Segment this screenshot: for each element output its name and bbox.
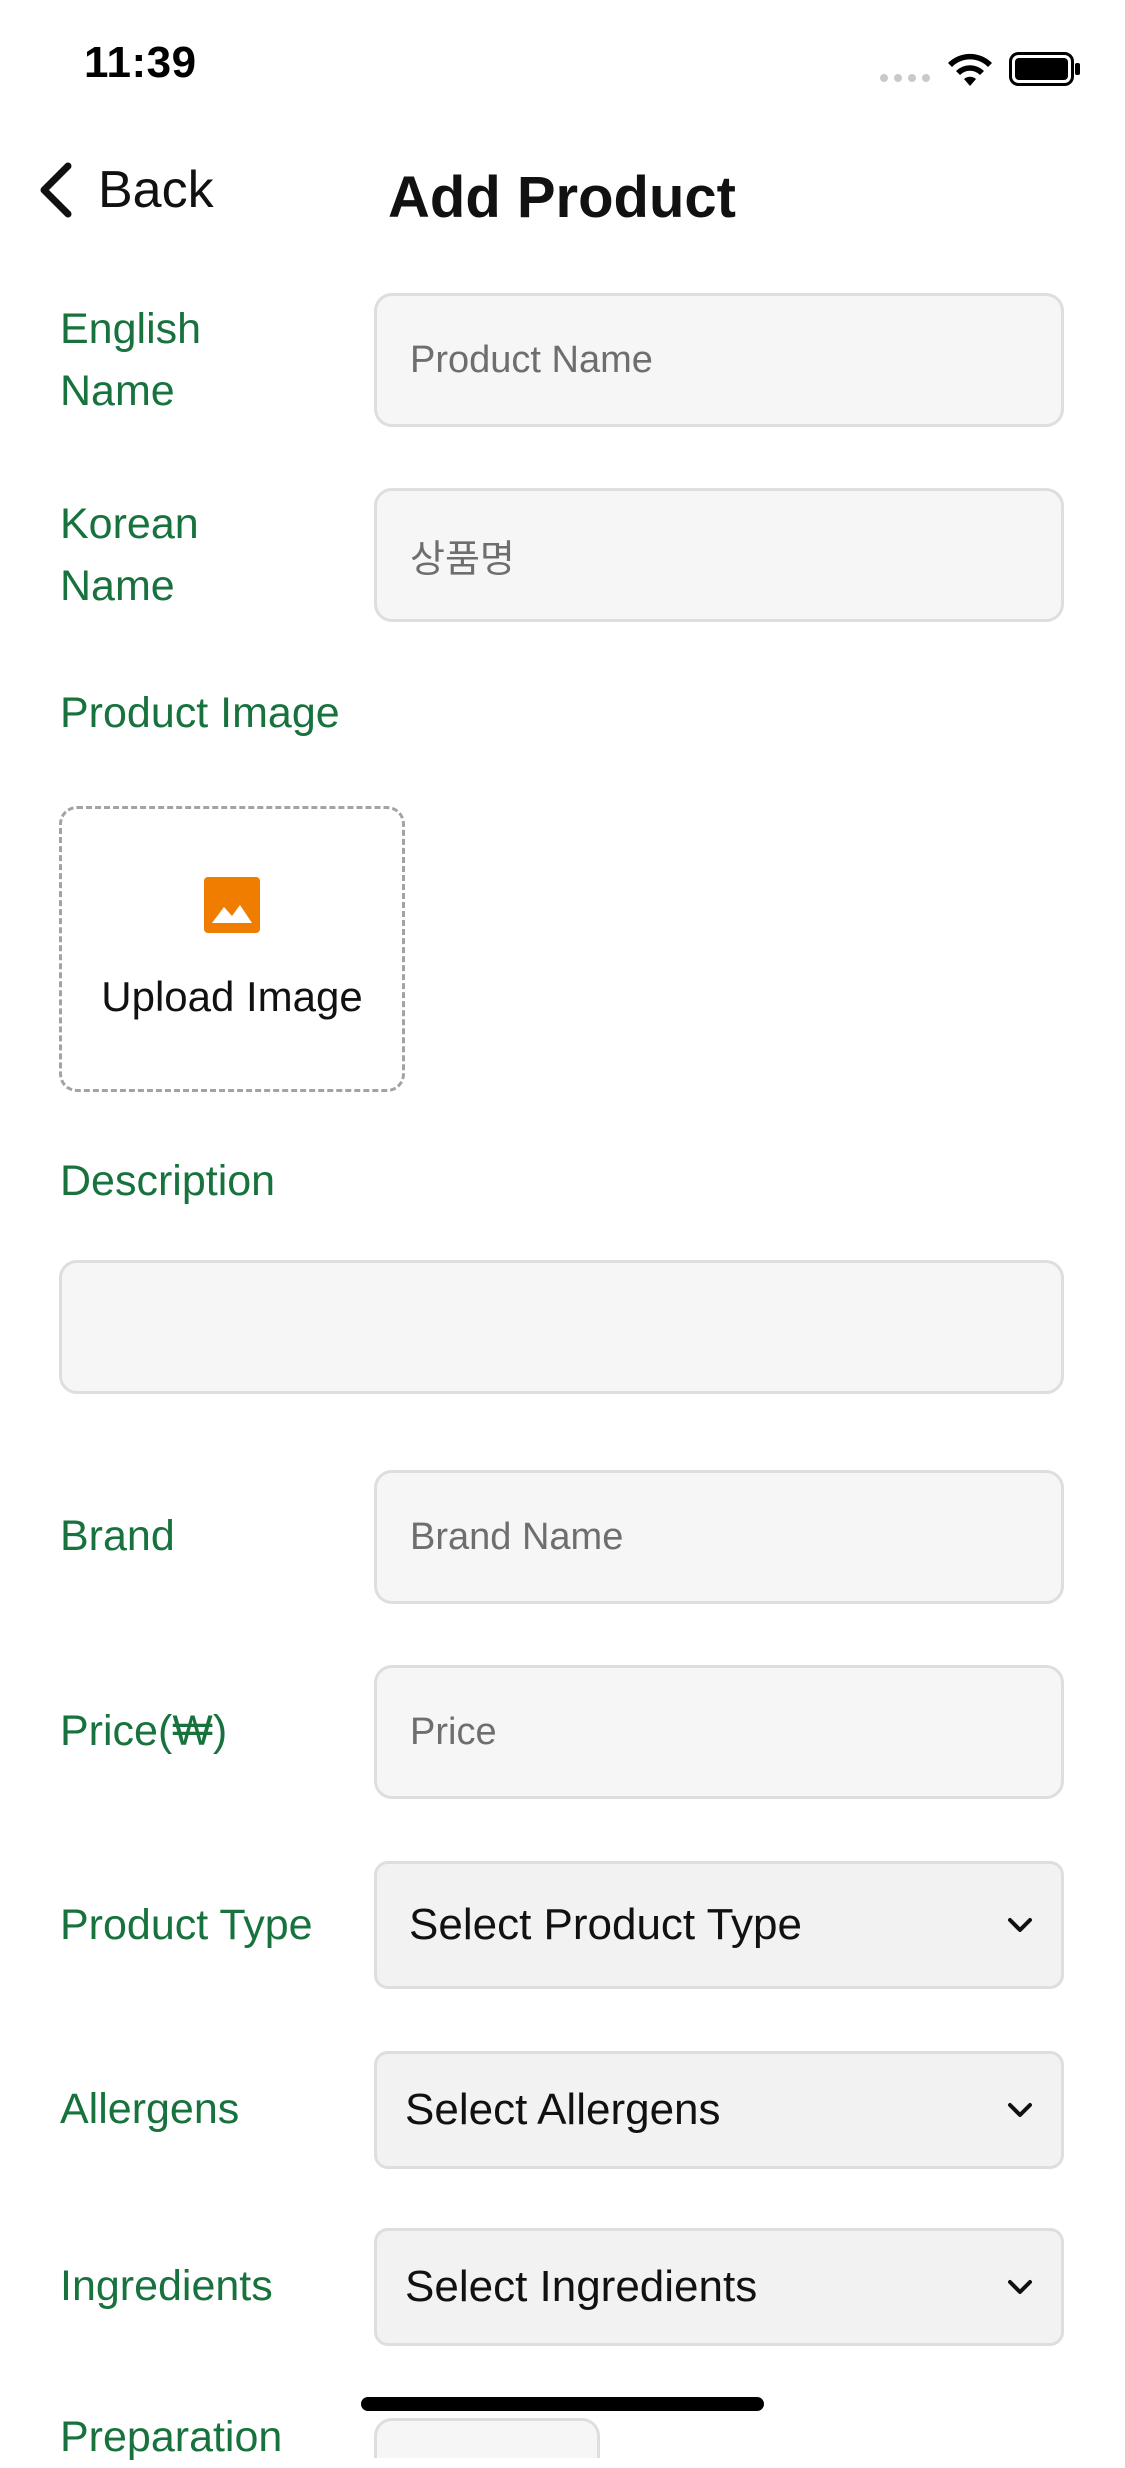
chevron-down-icon <box>1008 1918 1032 1932</box>
home-indicator[interactable] <box>361 2397 764 2411</box>
allergens-select[interactable]: Select Allergens <box>374 2051 1064 2169</box>
preparation-label: Preparation <box>60 2413 283 2461</box>
ingredients-select[interactable]: Select Ingredients <box>374 2228 1064 2346</box>
upload-image-label: Upload Image <box>101 973 363 1020</box>
ingredients-label: Ingredients <box>60 2262 273 2310</box>
chevron-down-icon <box>1008 2103 1032 2117</box>
product-image-label: Product Image <box>60 689 340 737</box>
allergens-selected: Select Allergens <box>405 2085 721 2134</box>
preparation-input[interactable] <box>374 2418 600 2458</box>
price-label: Price(₩) <box>60 1707 228 1755</box>
english-name-label: English Name <box>60 305 202 415</box>
description-label: Description <box>60 1157 276 1205</box>
brand-input[interactable]: Brand Name <box>374 1470 1064 1604</box>
back-button[interactable]: Back <box>36 160 214 220</box>
english-name-input[interactable]: Product Name <box>374 293 1064 427</box>
battery-icon <box>1009 52 1080 86</box>
upload-image-button[interactable]: Upload Image <box>59 806 405 1092</box>
image-icon <box>204 877 260 933</box>
back-label: Back <box>98 161 214 219</box>
korean-name-input[interactable]: 상품명 <box>374 488 1064 622</box>
chevron-left-icon <box>40 162 72 218</box>
product-type-selected: Select Product Type <box>409 1900 802 1949</box>
korean-name-label: Korean Name <box>60 500 199 610</box>
product-type-select[interactable]: Select Product Type <box>374 1861 1064 1989</box>
description-input[interactable] <box>59 1260 1064 1394</box>
cellular-signal-icon <box>880 74 930 82</box>
price-input[interactable]: Price <box>374 1665 1064 1799</box>
chevron-down-icon <box>1008 2280 1032 2294</box>
status-time: 11:39 <box>84 38 197 87</box>
product-type-label: Product Type <box>60 1901 313 1949</box>
brand-label: Brand <box>60 1512 175 1560</box>
page-title: Add Product <box>388 165 736 230</box>
allergens-label: Allergens <box>60 2085 240 2133</box>
wifi-icon <box>948 53 992 86</box>
ingredients-selected: Select Ingredients <box>405 2262 758 2311</box>
